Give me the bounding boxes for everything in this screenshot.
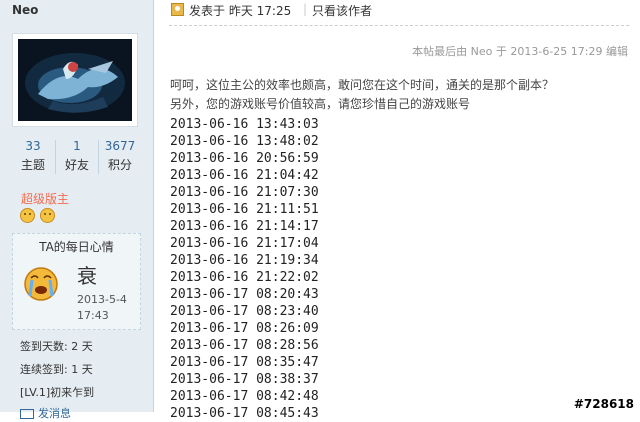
watermark-id: #728618 bbox=[573, 397, 634, 411]
smiley-icon bbox=[20, 208, 35, 223]
timestamp-line: 2013-06-16 21:22:02 bbox=[170, 270, 319, 285]
timestamp-line: 2013-06-17 08:28:56 bbox=[170, 338, 319, 353]
send-message-link[interactable]: 发消息 bbox=[20, 405, 71, 421]
edit-note: 本帖最后由 Neo 于 2013-6-25 17:29 编辑 bbox=[412, 45, 628, 58]
daily-mood-box: TA的每日心情 衰 2013-5-4 17:43 bbox=[12, 233, 141, 330]
post-content: 呵呵，这位主公的效率也颇高，敢问您在这个时间，通关的是那个副本？ 另外，您的游戏… bbox=[170, 76, 630, 422]
stat-friends[interactable]: 1 好友 bbox=[56, 138, 98, 174]
timestamp-list: 2013-06-16 13:43:03 2013-06-16 13:48:02 … bbox=[170, 116, 630, 422]
mood-date: 2013-5-4 17:43 bbox=[77, 292, 127, 324]
timestamp-line: 2013-06-16 13:48:02 bbox=[170, 134, 319, 149]
timestamp-line: 2013-06-17 08:23:40 bbox=[170, 304, 319, 319]
mood-word: 衰 bbox=[77, 264, 97, 288]
mood-title: TA的每日心情 bbox=[39, 240, 114, 254]
timestamp-line: 2013-06-17 08:35:47 bbox=[170, 355, 319, 370]
timestamp-line: 2013-06-16 21:04:42 bbox=[170, 168, 319, 183]
stat-points[interactable]: 3677 积分 bbox=[99, 138, 141, 174]
user-level[interactable]: [LV.1]初来乍到 bbox=[20, 384, 94, 400]
consecutive-checkin: 连续签到: 1 天 bbox=[20, 363, 93, 376]
timestamp-line: 2013-06-17 08:26:09 bbox=[170, 321, 319, 336]
divider bbox=[169, 25, 629, 26]
smiley-icon bbox=[39, 208, 55, 223]
timestamp-line: 2013-06-17 08:42:48 bbox=[170, 389, 319, 404]
timestamp-line: 2013-06-16 21:07:30 bbox=[170, 185, 319, 200]
checkin-days: 签到天数: 2 天 bbox=[20, 340, 93, 353]
crying-face-icon bbox=[23, 266, 59, 302]
separator: | bbox=[303, 2, 308, 16]
avatar[interactable] bbox=[18, 39, 132, 121]
timestamp-line: 2013-06-17 08:45:43 bbox=[170, 406, 319, 421]
stat-friends-label: 好友 bbox=[64, 158, 89, 172]
stat-points-value[interactable]: 3677 bbox=[99, 138, 141, 154]
timestamp-line: 2013-06-17 08:38:37 bbox=[170, 372, 319, 387]
user-sidebar: Neo 33 主题 1 好友 3677 积分 超级版主 TA的每日心情 衰 20… bbox=[0, 0, 154, 420]
username-link[interactable]: Neo bbox=[12, 3, 38, 17]
stat-threads-value[interactable]: 33 bbox=[12, 138, 54, 154]
stat-threads-label: 主题 bbox=[20, 158, 45, 172]
author-icon bbox=[171, 3, 184, 16]
mood-date-day: 2013-5-4 bbox=[77, 293, 127, 306]
timestamp-line: 2013-06-16 21:17:04 bbox=[170, 236, 319, 251]
only-author-link[interactable]: 只看该作者 bbox=[312, 2, 372, 19]
timestamp-line: 2013-06-16 20:56:59 bbox=[170, 151, 319, 166]
mood-date-time: 17:43 bbox=[77, 309, 109, 322]
user-stats: 33 主题 1 好友 3677 积分 bbox=[12, 138, 140, 178]
post-author-bar: 发表于 昨天 17:25 | 只看该作者 bbox=[169, 0, 629, 20]
avatar-frame bbox=[12, 33, 138, 127]
stat-friends-value[interactable]: 1 bbox=[56, 138, 98, 154]
envelope-icon bbox=[20, 409, 34, 419]
timestamp-line: 2013-06-16 21:14:17 bbox=[170, 219, 319, 234]
timestamp-line: 2013-06-17 08:20:43 bbox=[170, 287, 319, 302]
post-main: 发表于 昨天 17:25 | 只看该作者 本帖最后由 Neo 于 2013-6-… bbox=[154, 0, 640, 421]
rank-icons bbox=[20, 208, 56, 226]
stat-points-label: 积分 bbox=[107, 158, 132, 172]
usergroup-badge[interactable]: 超级版主 bbox=[21, 190, 69, 207]
timestamp-line: 2013-06-16 13:43:03 bbox=[170, 117, 319, 132]
post-time: 发表于 昨天 17:25 bbox=[189, 4, 292, 18]
post-paragraph: 呵呵，这位主公的效率也颇高，敢问您在这个时间，通关的是那个副本？ bbox=[170, 78, 555, 92]
timestamp-line: 2013-06-16 21:11:51 bbox=[170, 202, 319, 217]
timestamp-line: 2013-06-16 21:19:34 bbox=[170, 253, 319, 268]
stat-threads[interactable]: 33 主题 bbox=[12, 138, 54, 174]
send-message-label: 发消息 bbox=[38, 407, 71, 420]
post-paragraph: 另外，您的游戏账号价值较高，请您珍惜自己的游戏账号 bbox=[170, 97, 471, 111]
